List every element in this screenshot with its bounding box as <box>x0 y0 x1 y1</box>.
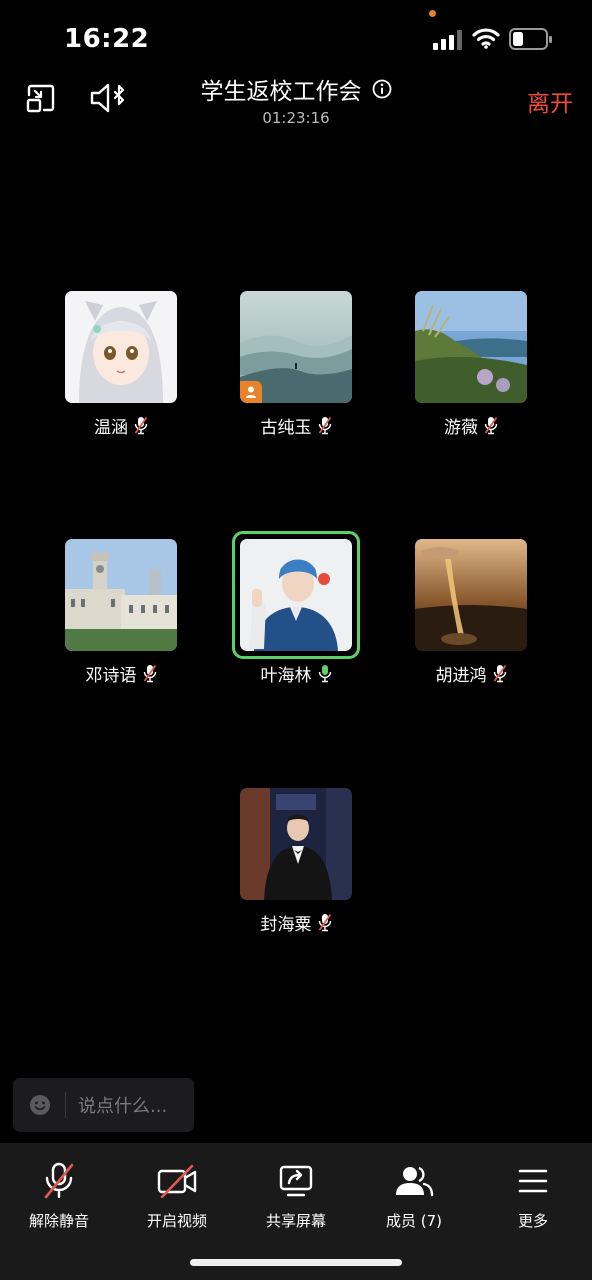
start-video-label: 开启视频 <box>146 1212 207 1230</box>
participant-name: 游薇 <box>444 418 478 438</box>
home-indicator[interactable] <box>190 1259 402 1266</box>
share-screen-icon <box>279 1165 313 1197</box>
menu-icon <box>518 1169 548 1193</box>
members-button[interactable]: 成员 (7) <box>355 1161 473 1231</box>
status-time: 16:22 <box>64 24 150 54</box>
participant-tile[interactable]: 胡进鸿 <box>401 539 541 686</box>
share-screen-label: 共享屏幕 <box>265 1212 326 1230</box>
participant-name: 胡进鸿 <box>435 666 487 686</box>
participant-tile[interactable]: 封海粟 <box>226 788 366 935</box>
avatar <box>415 539 527 651</box>
participant-tile[interactable]: 古纯玉 <box>226 291 366 438</box>
unmute-button[interactable]: 解除静音 <box>0 1161 118 1231</box>
mic-muted-icon <box>143 664 156 683</box>
more-label: 更多 <box>517 1212 548 1230</box>
host-badge-icon <box>240 381 262 403</box>
emoji-icon[interactable] <box>29 1094 51 1116</box>
members-icon <box>396 1166 434 1197</box>
avatar <box>65 539 177 651</box>
start-video-button[interactable]: 开启视频 <box>118 1161 236 1231</box>
chat-divider <box>65 1092 66 1118</box>
share-screen-button[interactable]: 共享屏幕 <box>237 1161 355 1231</box>
mic-muted-icon <box>318 913 331 932</box>
recording-indicator-dot <box>429 10 436 17</box>
participant-name: 叶海林 <box>260 666 312 686</box>
participant-name: 邓诗语 <box>85 666 137 686</box>
avatar <box>65 291 177 403</box>
participant-name: 封海粟 <box>260 915 312 935</box>
mic-muted-icon <box>134 416 148 435</box>
camera-off-icon <box>157 1164 197 1198</box>
avatar <box>240 788 352 900</box>
cellular-signal-icon <box>433 30 462 50</box>
participant-name: 古纯玉 <box>260 418 312 438</box>
participant-tile[interactable]: 游薇 <box>401 291 541 438</box>
mic-muted-icon <box>318 416 331 435</box>
participant-tile[interactable]: 邓诗语 <box>51 539 191 686</box>
mic-muted-icon <box>493 664 506 683</box>
more-button[interactable]: 更多 <box>474 1161 592 1231</box>
meeting-title: 学生返校工作会 <box>200 79 362 105</box>
chat-input[interactable]: 说点什么... <box>13 1078 194 1132</box>
participant-tile[interactable]: 叶海林 <box>226 539 366 686</box>
participant-name: 温涵 <box>94 418 128 438</box>
wifi-icon <box>472 28 500 49</box>
chat-placeholder: 说点什么... <box>78 1096 168 1117</box>
members-label: 成员 (7) <box>385 1212 443 1230</box>
avatar <box>240 539 352 651</box>
avatar <box>240 291 352 403</box>
meeting-timer: 01:23:16 <box>262 109 330 127</box>
meeting-info-icon[interactable] <box>372 79 392 99</box>
battery-icon <box>509 28 552 50</box>
leave-button[interactable]: 离开 <box>527 84 573 118</box>
participant-tile[interactable]: 温涵 <box>51 291 191 438</box>
unmute-label: 解除静音 <box>28 1212 89 1230</box>
mic-on-icon <box>318 665 331 683</box>
mic-muted-icon <box>484 416 498 435</box>
avatar <box>415 291 527 403</box>
mic-muted-icon <box>44 1162 74 1199</box>
